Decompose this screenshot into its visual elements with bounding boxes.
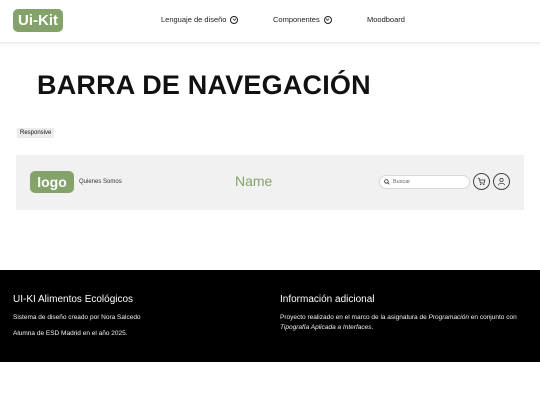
footer-left-column: UI-KI Alimentos Ecológicos Sistema de di…: [13, 294, 243, 339]
footer-text-part: en conjunto con: [468, 314, 517, 321]
chevron-down-icon: [230, 15, 239, 24]
user-button[interactable]: [493, 173, 510, 190]
demo-navbar: logo Quienes Somos Name: [16, 155, 524, 210]
footer-right-column: Información adicional Proyecto realizado…: [280, 294, 520, 333]
demo-link-quienes-somos[interactable]: Quienes Somos: [79, 179, 122, 185]
demo-logo[interactable]: logo: [30, 171, 74, 193]
search-input[interactable]: [393, 179, 463, 185]
nav-item-moodboard[interactable]: Moodboard: [367, 15, 405, 24]
nav-item-lenguaje-de-diseno[interactable]: Lenguaje de diseño: [161, 15, 239, 24]
footer-left-line1: Sistema de diseño creado por Nora Salced…: [13, 314, 141, 321]
footer-text-emphasis: Programación: [428, 314, 469, 321]
cart-icon: [477, 178, 486, 186]
search-icon: [384, 179, 390, 185]
footer-right-title: Información adicional: [280, 294, 375, 305]
brand-logo[interactable]: Ui-Kit: [13, 9, 63, 32]
nav-item-componentes[interactable]: Componentes: [273, 15, 332, 24]
nav-item-label: Lenguaje de diseño: [161, 15, 227, 24]
footer-left-line2: Alumna de ESD Madrid en el año 2025.: [13, 330, 128, 337]
footer-left-title: UI-KI Alimentos Ecológicos: [13, 294, 134, 305]
cart-button[interactable]: [473, 173, 490, 190]
footer: UI-KI Alimentos Ecológicos Sistema de di…: [0, 270, 540, 362]
search-box[interactable]: [379, 175, 470, 189]
page-title: BARRA DE NAVEGACIÓN: [37, 70, 371, 100]
demo-name: Name: [235, 173, 273, 189]
responsive-tag: Responsive: [17, 128, 55, 138]
footer-text-part: Proyecto realizado en el marco de la asi…: [280, 314, 429, 321]
chevron-down-icon: [323, 15, 332, 24]
footer-right-text: Proyecto realizado en el marco de la asi…: [280, 313, 520, 333]
footer-text-part: .: [371, 324, 374, 331]
top-navigation: Ui-Kit Lenguaje de diseño Componentes Mo…: [0, 0, 540, 43]
footer-text-emphasis: Tipografía Aplicada a Interfaces: [280, 324, 372, 331]
nav-item-label: Moodboard: [367, 15, 405, 24]
nav-item-label: Componentes: [273, 15, 320, 24]
user-icon: [498, 177, 505, 186]
